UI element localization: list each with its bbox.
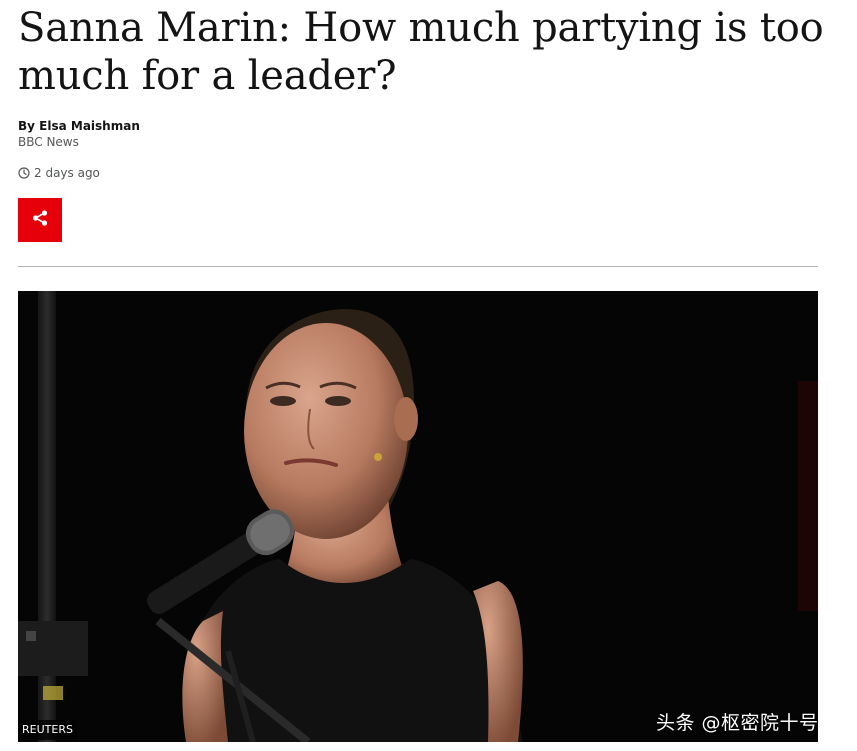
- author-name[interactable]: By Elsa Maishman: [18, 118, 140, 134]
- share-button[interactable]: [18, 198, 62, 242]
- image-credit: REUTERS: [18, 720, 77, 740]
- share-icon: [31, 209, 49, 231]
- timestamp-text: 2 days ago: [34, 166, 100, 180]
- article-headline: Sanna Marin: How much partying is too mu…: [18, 5, 824, 99]
- watermark-text: 头条 @枢密院十号: [656, 712, 819, 734]
- byline: By Elsa Maishman BBC News: [18, 118, 140, 150]
- hero-photo: [18, 291, 818, 742]
- author-organization: BBC News: [18, 135, 79, 149]
- hero-image: REUTERS: [18, 291, 818, 742]
- header-divider: [18, 266, 818, 267]
- clock-icon: [18, 167, 30, 179]
- publish-time: 2 days ago: [18, 166, 100, 180]
